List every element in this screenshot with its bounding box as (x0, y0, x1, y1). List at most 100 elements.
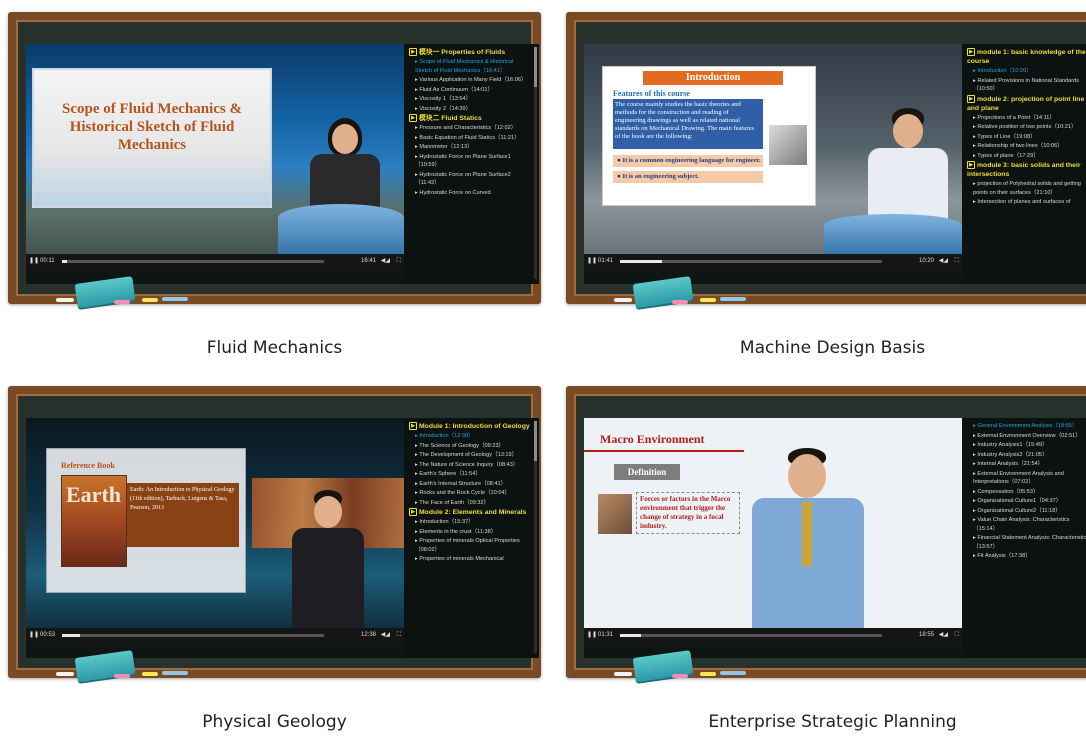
playlist-lesson[interactable]: ▸ projection of Polyhedral solids and ge… (967, 180, 1086, 197)
playlist-module[interactable]: ▶ module 3: basic solids and their inters… (967, 161, 1086, 179)
playlist-lesson[interactable]: ▸ Value Chain Analysis: Characteristics（… (967, 516, 1086, 533)
volume-icon[interactable]: ◀◢ (381, 628, 390, 643)
progress-bar[interactable] (620, 634, 882, 637)
playlist-lesson[interactable]: ▸ Properties of minerals Optical Propert… (409, 537, 531, 554)
playlist-lesson[interactable]: ▸ Hydrostatic Force on Plane Surface2（11… (409, 171, 531, 188)
course-card-machine-design-basis[interactable]: Introduction Features of this course The… (566, 12, 1086, 372)
playlist-module[interactable]: ▶ Module 1: Introduction of Geology (409, 422, 531, 431)
playlist-lesson[interactable]: ▸ Relationship of two lines（10:06） (967, 142, 1086, 151)
playlist-lesson[interactable]: ▸ Compensation（05:53） (967, 488, 1086, 497)
playlist-lesson[interactable]: ▸ Introduction（10:20） (967, 67, 1086, 76)
video-frame[interactable]: Reference Book Earth Earth: An Introduct… (26, 418, 404, 643)
volume-icon[interactable]: ◀◢ (381, 254, 390, 269)
chalkboard-frame: Reference Book Earth Earth: An Introduct… (8, 386, 541, 682)
current-time: 01:31 (598, 632, 614, 638)
playlist-lesson[interactable]: ▸ Various Application in Many Field（16:0… (409, 76, 531, 85)
video-player[interactable]: Macro Environment Definition Forces or f… (584, 418, 1086, 658)
playlist-lesson[interactable]: ▸ External Environment Overview（02:51） (967, 432, 1086, 441)
playlist-lesson[interactable]: ▸ External Environment Analysis and Inte… (967, 470, 1086, 487)
playlist-lesson[interactable]: ▸ Related Provisions in National Standar… (967, 77, 1086, 94)
playlist-lesson[interactable]: ▸ General Environment Analysis（18:55） (967, 422, 1086, 431)
playlist-lesson[interactable]: ▸ Earth's Sphere（11:54） (409, 470, 531, 479)
playlist-lesson[interactable]: ▸ Scope of Fluid Mechanics & Historical … (409, 58, 531, 75)
playlist-lesson[interactable]: ▸ Types of Line（19:08） (967, 133, 1086, 142)
playlist-lesson[interactable]: ▸ Manometer（12:13） (409, 143, 531, 152)
scroll-thumb[interactable] (534, 421, 537, 461)
playlist-module[interactable]: ▶ module 1: basic knowledge of the course (967, 48, 1086, 66)
course-playlist: ▶ Module 1: Introduction of Geology ▸ Intr… (404, 418, 539, 658)
pause-icon[interactable]: ❚❚ (587, 628, 597, 643)
playlist-lesson[interactable]: ▸ Hydrostatic Force on Curved (409, 189, 531, 198)
progress-fill (62, 260, 68, 263)
current-time: 00:53 (40, 632, 56, 638)
slide-title: Macro Environment (600, 432, 705, 446)
player-controls: ❚❚ 00:11 16:41 ◀◢ ⛶ (26, 254, 404, 269)
playlist-lesson[interactable]: ▸ Earth's Internal Structure（08:41） (409, 480, 531, 489)
fullscreen-icon[interactable]: ⛶ (955, 254, 959, 269)
course-caption: Machine Design Basis (739, 338, 926, 358)
playlist-lesson[interactable]: ▸ Fit Analysis（17:38） (967, 552, 1086, 561)
course-card-fluid-mechanics[interactable]: Scope of Fluid Mechanics & Historical Sk… (8, 12, 541, 372)
pause-icon[interactable]: ❚❚ (29, 254, 39, 269)
playlist-lesson[interactable]: ▸ Pressure and Characteristics（12:02） (409, 124, 531, 133)
progress-bar[interactable] (620, 260, 882, 263)
playlist-lesson[interactable]: ▸ Viscosity 2（14:39） (409, 105, 531, 114)
total-time: 18:55 (918, 632, 934, 638)
playlist-lesson[interactable]: ▸ Rocks and the Rock Cycle（10:04） (409, 489, 531, 498)
playlist-lesson[interactable]: ▸ Intersection of planes and surfaces of (967, 198, 1086, 207)
playlist-lesson[interactable]: ▸ Organizational Culture1（04:37） (967, 497, 1086, 506)
fullscreen-icon[interactable]: ⛶ (397, 628, 401, 643)
playlist-lesson[interactable]: ▸ The Nature of Science Inquiry（08:43） (409, 461, 531, 470)
playlist-lesson[interactable]: ▸ The Development of Geology（13:19） (409, 451, 531, 460)
course-card-enterprise-strategic-planning[interactable]: Macro Environment Definition Forces or f… (566, 386, 1086, 736)
course-card-physical-geology[interactable]: Reference Book Earth Earth: An Introduct… (8, 386, 541, 736)
playlist-module[interactable]: ▶ 模块二 Fluid Statics (409, 114, 531, 123)
playlist-lesson[interactable]: ▸ Industry Analysis2（21:05） (967, 451, 1086, 460)
scroll-thumb[interactable] (534, 47, 537, 87)
total-time: 16:41 (360, 258, 376, 264)
slide-item: ● It is an engineering subject. (613, 171, 763, 183)
playlist-lesson[interactable]: ▸ Basic Equation of Fluid Statics（11:21） (409, 134, 531, 143)
playlist-lesson[interactable]: ▸ Projections of a Point（14:11） (967, 114, 1086, 123)
playlist-lesson[interactable]: ▸ Fluid As Continuum（14:01） (409, 86, 531, 95)
playlist-scrollbar[interactable] (534, 47, 537, 279)
playlist-module[interactable]: ▶ module 2: projection of point line and … (967, 94, 1086, 113)
volume-icon[interactable]: ◀◢ (939, 254, 948, 269)
playlist-lesson[interactable]: ▸ Viscosity 1（13:54） (409, 95, 531, 104)
playlist-scrollbar[interactable] (534, 421, 537, 653)
video-player[interactable]: Introduction Features of this course The… (584, 44, 1086, 284)
playlist-lesson[interactable]: ▸ Elements in the crust（11:38） (409, 528, 531, 537)
pause-icon[interactable]: ❚❚ (587, 254, 597, 269)
module-label: Module 1: Introduction of Geology (419, 423, 530, 430)
volume-icon[interactable]: ◀◢ (939, 628, 948, 643)
playlist-lesson[interactable]: ▸ Financial Statement Analysis: Characte… (967, 534, 1086, 551)
progress-bar[interactable] (62, 634, 324, 637)
playlist-lesson[interactable]: ▸ Internal Analysis（21:54） (967, 460, 1086, 469)
module-label: Module 2: Elements and Minerals (419, 509, 527, 516)
playlist-lesson[interactable]: ▸ The Face of Earth（09:32） (409, 499, 531, 508)
video-frame[interactable]: Scope of Fluid Mechanics & Historical Sk… (26, 44, 404, 269)
video-frame[interactable]: Macro Environment Definition Forces or f… (584, 418, 962, 643)
pause-icon[interactable]: ❚❚ (29, 628, 39, 643)
video-player[interactable]: Scope of Fluid Mechanics & Historical Sk… (26, 44, 539, 284)
playlist-lesson[interactable]: ▸ Hydrostatic Force on Plane Surface1（10… (409, 153, 531, 170)
definition-text: Forces or factors in the Marco environme… (636, 492, 740, 534)
playlist-lesson[interactable]: ▸ Properties of minerals Mechanical (409, 555, 531, 564)
fullscreen-icon[interactable]: ⛶ (955, 628, 959, 643)
playlist-lesson[interactable]: ▸ Introduction（12:38） (409, 432, 531, 441)
course-caption: Enterprise Strategic Planning (708, 712, 957, 732)
playlist-module[interactable]: ▶ Module 2: Elements and Minerals (409, 508, 531, 517)
playlist-lesson[interactable]: ▸ Industry Analysis1（15:49） (967, 441, 1086, 450)
player-controls: ❚❚ 00:53 12:38 ◀◢ ⛶ (26, 628, 404, 643)
video-player[interactable]: Reference Book Earth Earth: An Introduct… (26, 418, 539, 658)
fullscreen-icon[interactable]: ⛶ (397, 254, 401, 269)
playlist-module[interactable]: ▶ 模块一 Properties of Fluids (409, 48, 531, 57)
playlist-lesson[interactable]: ▸ The Science of Geology（09:23） (409, 442, 531, 451)
progress-bar[interactable] (62, 260, 324, 263)
meeting-image (598, 494, 632, 534)
playlist-lesson[interactable]: ▸ Organizational Culture2（11:18） (967, 507, 1086, 516)
playlist-lesson[interactable]: ▸ Relative position of two points（10:21） (967, 123, 1086, 132)
playlist-lesson[interactable]: ▸ Types of plane（17:29） (967, 152, 1086, 161)
video-frame[interactable]: Introduction Features of this course The… (584, 44, 962, 269)
playlist-lesson[interactable]: ▸ Introduction（15:37） (409, 518, 531, 527)
